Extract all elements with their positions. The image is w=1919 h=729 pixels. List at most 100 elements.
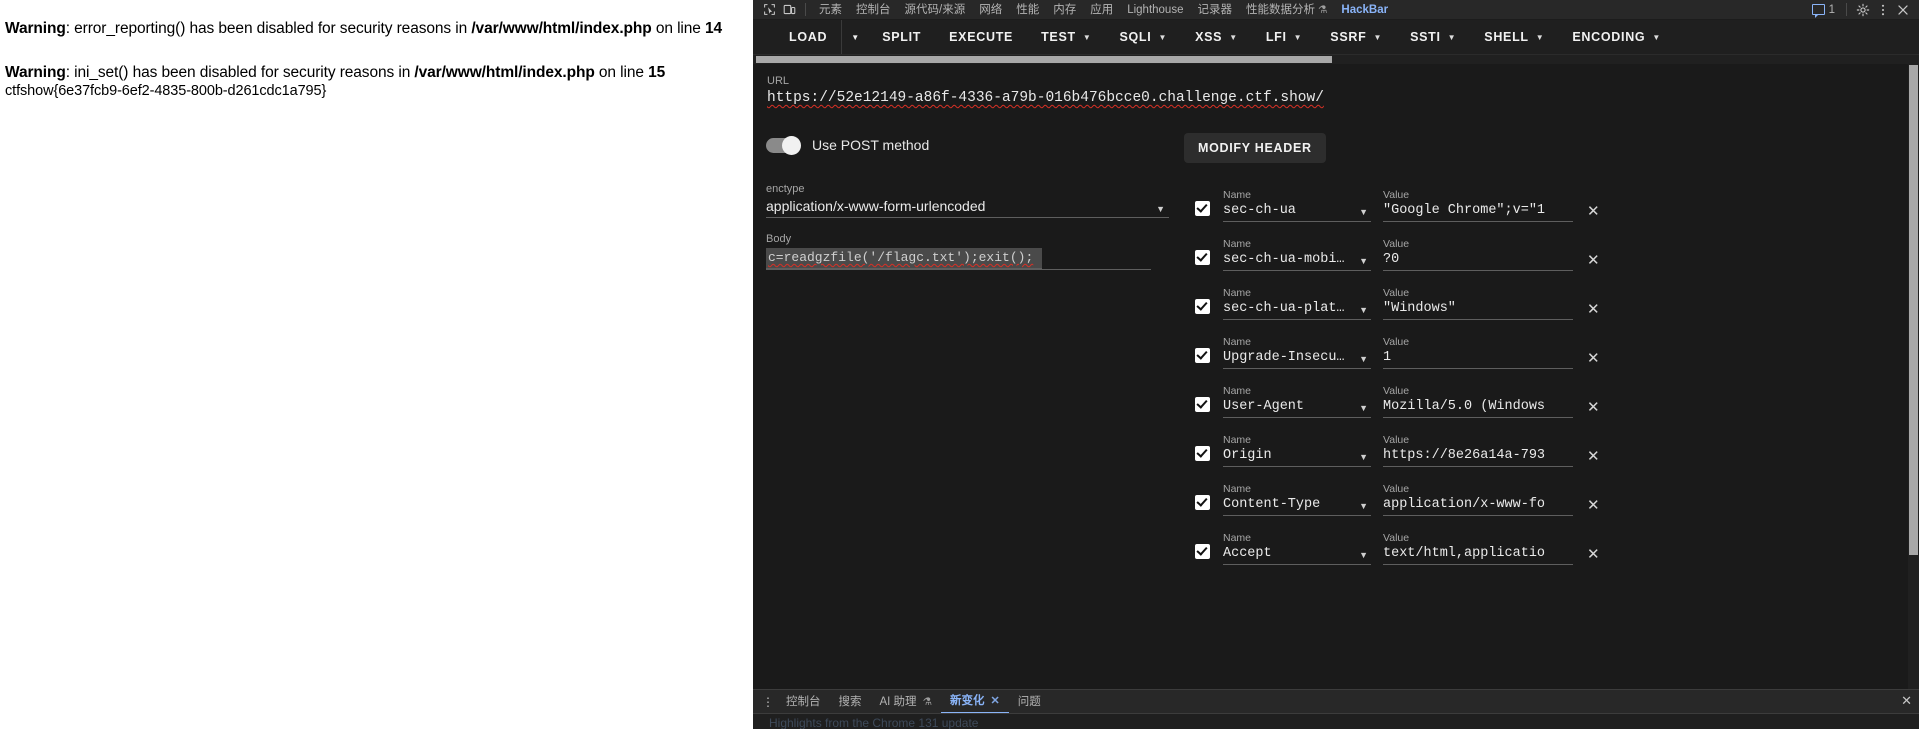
modify-header-button[interactable]: MODIFY HEADER	[1184, 133, 1326, 163]
remove-header-icon[interactable]: ✕	[1587, 302, 1600, 317]
enctype-value: application/x-www-form-urlencoded	[766, 198, 986, 214]
header-value-input[interactable]: "Windows"	[1383, 301, 1573, 320]
header-enabled-checkbox[interactable]	[1195, 397, 1210, 412]
header-value-cell: Value ?0	[1383, 234, 1573, 271]
header-name-select[interactable]: User-Agent ▼	[1223, 399, 1371, 418]
header-name-select[interactable]: Content-Type ▼	[1223, 497, 1371, 516]
drawer-tab-console[interactable]: 控制台	[777, 691, 830, 713]
remove-header-icon[interactable]: ✕	[1587, 400, 1600, 415]
hackbar-test-button[interactable]: TEST ▼	[1027, 20, 1105, 54]
chevron-down-icon: ▼	[1535, 33, 1545, 42]
header-value-input[interactable]: "Google Chrome";v="1	[1383, 203, 1573, 222]
header-name-select[interactable]: Upgrade-Insecu… ▼	[1223, 350, 1371, 369]
hackbar-execute-button[interactable]: EXECUTE	[935, 20, 1027, 54]
tab-console[interactable]: 控制台	[849, 0, 898, 19]
remove-header-icon[interactable]: ✕	[1587, 449, 1600, 464]
more-vertical-icon[interactable]: ⋮	[759, 695, 777, 709]
header-value-cell: Value application/x-www-fo	[1383, 479, 1573, 516]
hackbar-vscroll-thumb[interactable]	[1909, 65, 1918, 555]
header-value-label: Value	[1383, 385, 1410, 397]
use-post-method-toggle[interactable]	[766, 135, 801, 155]
tab-sources[interactable]: 源代码/来源	[898, 0, 973, 19]
header-enabled-checkbox[interactable]	[1195, 495, 1210, 510]
header-enabled-checkbox[interactable]	[1195, 250, 1210, 265]
drawer-tab-ai-assistant[interactable]: AI 助理 ⚗	[871, 691, 941, 713]
drawer-tab-search[interactable]: 搜索	[830, 691, 871, 713]
header-enabled-checkbox[interactable]	[1195, 299, 1210, 314]
remove-header-icon[interactable]: ✕	[1587, 498, 1600, 513]
close-icon[interactable]	[1893, 1, 1913, 19]
header-value-input[interactable]: Mozilla/5.0 (Windows	[1383, 399, 1573, 418]
warning-online-1: on line	[651, 20, 706, 37]
hackbar-shell-button[interactable]: SHELL ▼	[1470, 20, 1558, 54]
header-value-text: Mozilla/5.0 (Windows	[1383, 399, 1546, 414]
tab-hackbar[interactable]: HackBar	[1334, 0, 1395, 19]
header-value-input[interactable]: text/html,applicatio	[1383, 546, 1573, 565]
header-name-select[interactable]: sec-ch-ua ▼	[1223, 203, 1371, 222]
header-name-cell: Name User-Agent ▼	[1223, 381, 1371, 418]
hackbar-load-button[interactable]: LOAD	[775, 20, 841, 54]
hackbar-encoding-button[interactable]: ENCODING ▼	[1558, 20, 1675, 54]
hackbar-hscroll-thumb[interactable]	[756, 56, 1332, 63]
header-name-select[interactable]: sec-ch-ua-plat… ▼	[1223, 301, 1371, 320]
header-enabled-checkbox[interactable]	[1195, 544, 1210, 559]
tab-lighthouse[interactable]: Lighthouse	[1120, 0, 1190, 19]
chevron-down-icon: ▼	[1359, 501, 1368, 511]
warning-label-1: Warning	[5, 20, 66, 37]
remove-header-icon[interactable]: ✕	[1587, 253, 1600, 268]
warning-online-2: on line	[594, 63, 649, 81]
header-value-input[interactable]: ?0	[1383, 252, 1573, 271]
inspect-element-icon[interactable]	[759, 1, 779, 19]
tab-performance-insights[interactable]: 性能数据分析 ⚗	[1239, 0, 1334, 19]
drawer-tab-issues[interactable]: 问题	[1009, 691, 1050, 713]
hackbar-split-button[interactable]: SPLIT	[868, 20, 935, 54]
header-enabled-checkbox[interactable]	[1195, 348, 1210, 363]
tab-application[interactable]: 应用	[1083, 0, 1120, 19]
close-icon[interactable]: ✕	[990, 690, 999, 712]
warning-label-2: Warning	[5, 63, 66, 81]
hackbar-ssti-button[interactable]: SSTI ▼	[1396, 20, 1470, 54]
remove-header-icon[interactable]: ✕	[1587, 204, 1600, 219]
beaker-icon: ⚗	[922, 695, 932, 708]
body-input[interactable]: c=readgzfile('/flagc.txt');exit();	[766, 248, 1042, 269]
drawer-tab-whats-new[interactable]: 新变化 ✕	[940, 690, 1009, 714]
issues-counter[interactable]: 1	[1807, 4, 1840, 18]
hackbar-xss-button[interactable]: XSS ▼	[1181, 20, 1252, 54]
drawer-close-icon[interactable]: ✕	[1901, 693, 1912, 709]
header-name-select[interactable]: Origin ▼	[1223, 448, 1371, 467]
header-name-cell: Name sec-ch-ua-plat… ▼	[1223, 283, 1371, 320]
header-name-select[interactable]: Accept ▼	[1223, 546, 1371, 565]
hackbar-sqli-button[interactable]: SQLI ▼	[1105, 20, 1181, 54]
tab-network[interactable]: 网络	[972, 0, 1009, 19]
hackbar-lfi-button[interactable]: LFI ▼	[1252, 20, 1316, 54]
device-toolbar-icon[interactable]	[779, 1, 799, 19]
more-vertical-icon[interactable]	[1873, 1, 1893, 19]
header-enabled-checkbox[interactable]	[1195, 201, 1210, 216]
tab-performance[interactable]: 性能	[1009, 0, 1046, 19]
tab-recorder[interactable]: 记录器	[1190, 0, 1239, 19]
enctype-select[interactable]: application/x-www-form-urlencoded ▼	[766, 198, 1169, 218]
header-enabled-checkbox[interactable]	[1195, 446, 1210, 461]
tab-elements[interactable]: 元素	[812, 0, 849, 19]
remove-header-icon[interactable]: ✕	[1587, 547, 1600, 562]
header-value-input[interactable]: application/x-www-fo	[1383, 497, 1573, 516]
hackbar-vertical-scrollbar[interactable]	[1908, 64, 1919, 689]
header-name-cell: Name Upgrade-Insecu… ▼	[1223, 332, 1371, 369]
url-input[interactable]: https://52e12149-a86f-4336-a79b-016b476b…	[767, 90, 1907, 107]
drawer-tab-whats-new-label: 新变化	[949, 694, 985, 707]
header-value-input[interactable]: 1	[1383, 350, 1573, 369]
hackbar-ssrf-button[interactable]: SSRF ▼	[1316, 20, 1396, 54]
warning-lineno-1: 14	[705, 20, 723, 37]
warning-line-2: Warning: ini_set() has been disabled for…	[5, 63, 753, 81]
header-name-select[interactable]: sec-ch-ua-mobi… ▼	[1223, 252, 1371, 271]
hackbar-load-dropdown-icon[interactable]: ▼	[841, 20, 868, 54]
hackbar-content: URL https://52e12149-a86f-4336-a79b-016b…	[753, 64, 1907, 689]
remove-header-icon[interactable]: ✕	[1587, 351, 1600, 366]
warning-text-2: : ini_set() has been disabled for securi…	[65, 63, 415, 81]
hackbar-horizontal-scrollbar[interactable]	[753, 55, 1919, 64]
tab-memory[interactable]: 内存	[1046, 0, 1083, 19]
use-post-method-row[interactable]: Use POST method	[766, 133, 1169, 157]
hackbar-ssti-label: SSTI	[1410, 30, 1441, 44]
gear-icon[interactable]	[1853, 1, 1873, 19]
header-value-input[interactable]: https://8e26a14a-793	[1383, 448, 1573, 467]
